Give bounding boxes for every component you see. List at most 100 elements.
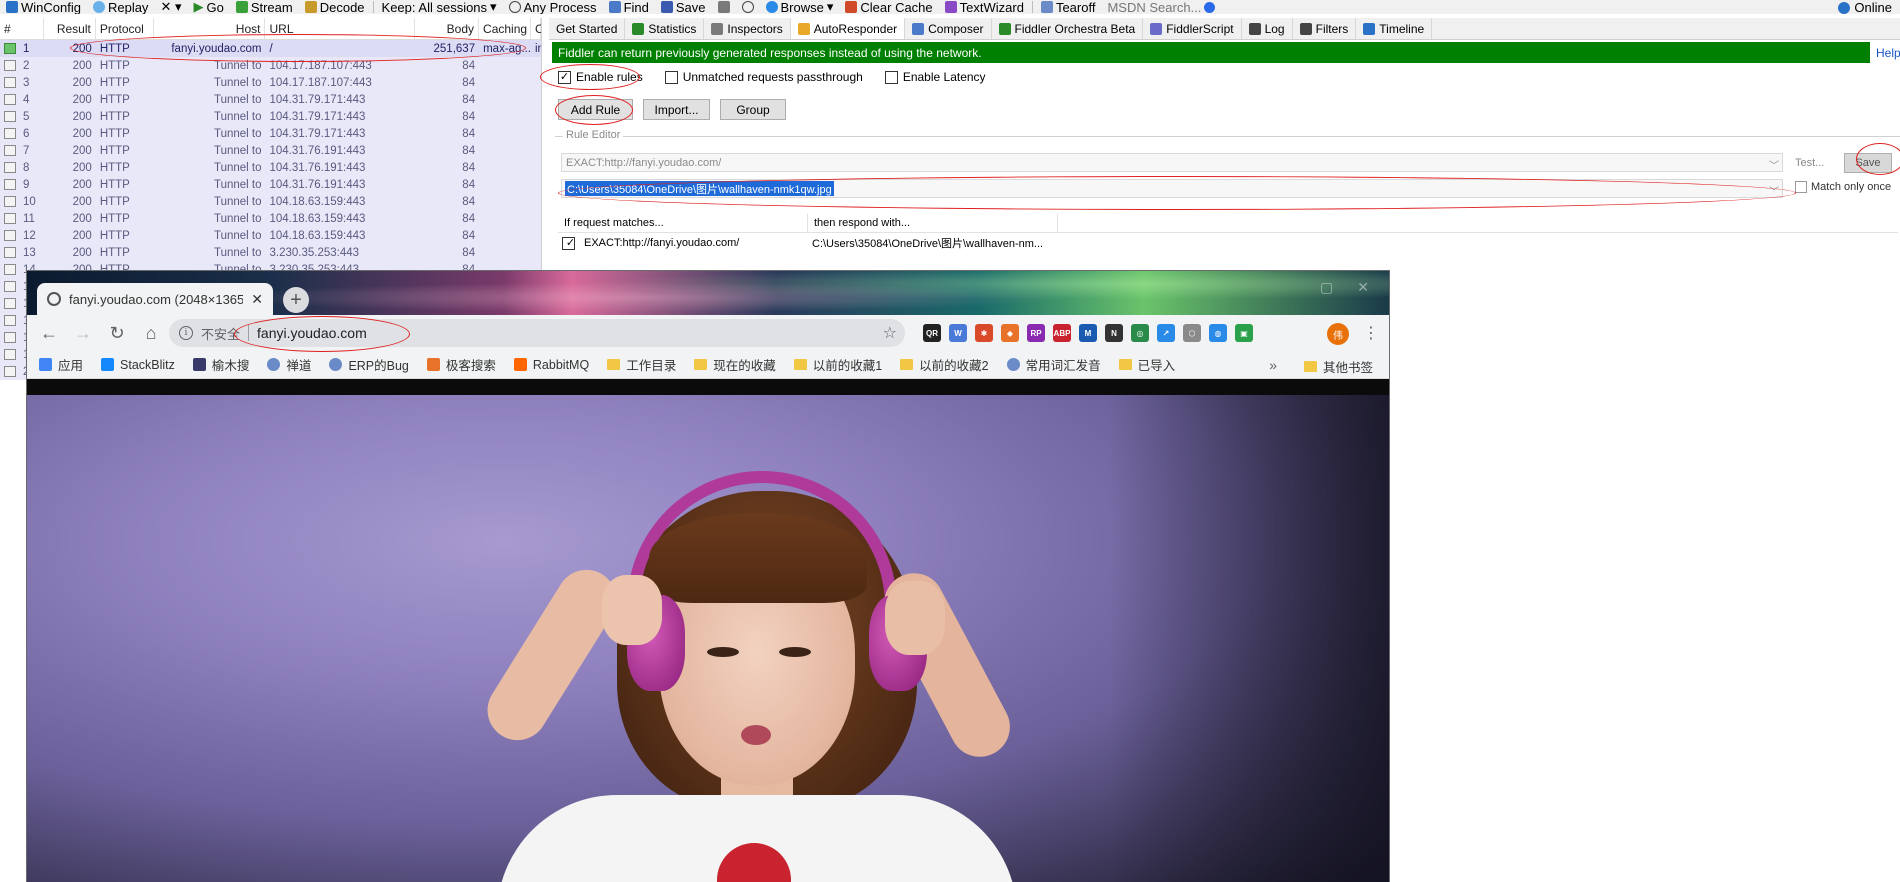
extension-icon[interactable]: ◆: [1001, 324, 1019, 342]
table-row[interactable]: 11 200 HTTP Tunnel to 104.18.63.159:443 84: [0, 210, 541, 227]
unmatched-passthrough-checkbox[interactable]: Unmatched requests passthrough: [664, 70, 863, 84]
home-icon[interactable]: ⌂: [137, 319, 165, 347]
browse-button[interactable]: Browse ▾: [760, 0, 840, 14]
column-header[interactable]: If request matches...: [558, 214, 808, 232]
go-button[interactable]: ▶ Go: [187, 0, 229, 14]
forward-arrow-icon[interactable]: →: [69, 319, 97, 347]
bookmark-item[interactable]: 应用: [39, 355, 83, 374]
any-process-button[interactable]: Any Process: [503, 0, 603, 14]
extension-icon[interactable]: M: [1079, 324, 1097, 342]
tab-inspectors[interactable]: Inspectors: [704, 18, 791, 39]
tab-filters[interactable]: Filters: [1293, 18, 1357, 39]
table-row[interactable]: 5 200 HTTP Tunnel to 104.31.79.171:443 84: [0, 108, 541, 125]
table-row[interactable]: 7 200 HTTP Tunnel to 104.31.76.191:443 84: [0, 142, 541, 159]
extension-icon[interactable]: W: [949, 324, 967, 342]
import-button[interactable]: Import...: [643, 99, 710, 120]
textwizard-button[interactable]: TextWizard: [939, 0, 1030, 14]
response-input[interactable]: C:\Users\35084\OneDrive\图片\wallhaven-nmk…: [561, 179, 1783, 198]
tab-fiddler-orchestra-beta[interactable]: Fiddler Orchestra Beta: [992, 18, 1144, 39]
match-only-once-checkbox[interactable]: Match only once: [1795, 181, 1891, 193]
column-header[interactable]: #: [0, 18, 44, 39]
avatar[interactable]: 伟: [1327, 323, 1349, 345]
group-button[interactable]: Group: [720, 99, 786, 120]
other-bookmarks[interactable]: 其他书签: [1303, 357, 1373, 376]
extension-icon[interactable]: ▣: [1235, 324, 1253, 342]
column-header[interactable]: URL: [265, 18, 416, 39]
bookmark-item[interactable]: 榆木搜: [192, 355, 249, 374]
bookmark-item[interactable]: StackBlitz: [101, 358, 175, 372]
camera-button[interactable]: [712, 1, 736, 13]
tab-autoresponder[interactable]: AutoResponder: [790, 18, 906, 39]
table-row[interactable]: 9 200 HTTP Tunnel to 104.31.76.191:443 84: [0, 176, 541, 193]
close-window-icon[interactable]: ✕: [1357, 279, 1369, 296]
add-rule-button[interactable]: Add Rule: [558, 99, 633, 120]
bookmark-item[interactable]: 以前的收藏1: [793, 355, 882, 374]
bookmark-item[interactable]: 常用词汇发音: [1006, 355, 1101, 374]
tab-timeline[interactable]: Timeline: [1356, 18, 1433, 39]
extension-icon[interactable]: ⬡: [1183, 324, 1201, 342]
stream-button[interactable]: Stream: [230, 0, 299, 14]
table-row[interactable]: 13 200 HTTP Tunnel to 3.230.35.253:443 84: [0, 244, 541, 261]
tab-log[interactable]: Log: [1242, 18, 1293, 39]
column-header[interactable]: Protocol: [96, 18, 154, 39]
find-button[interactable]: Find: [603, 0, 655, 14]
table-row[interactable]: 6 200 HTTP Tunnel to 104.31.79.171:443 84: [0, 125, 541, 142]
column-header[interactable]: C: [531, 18, 541, 39]
msdn-search-input[interactable]: MSDN Search...: [1101, 0, 1221, 14]
keep-sessions-dropdown[interactable]: Keep: All sessions ▾: [376, 0, 503, 14]
tab-get-started[interactable]: Get Started: [549, 18, 626, 39]
bookmark-item[interactable]: ERP的Bug: [329, 355, 409, 374]
star-icon[interactable]: ☆: [883, 323, 897, 343]
table-row[interactable]: 1 200 HTTP fanyi.youdao.com / 251,637 max-ag..…: [0, 40, 541, 57]
checkmark-icon[interactable]: ✓: [562, 236, 575, 250]
match-input[interactable]: EXACT:http://fanyi.youdao.com/﹀: [561, 153, 1783, 172]
tab-fiddlerscript[interactable]: FiddlerScript: [1143, 18, 1242, 39]
extension-icon[interactable]: ↗: [1157, 324, 1175, 342]
column-header[interactable]: Host: [154, 18, 266, 39]
chevron-down-icon[interactable]: ﹀: [1769, 183, 1779, 198]
extension-icon[interactable]: ◍: [1209, 324, 1227, 342]
bookmark-item[interactable]: 禅道: [267, 355, 311, 374]
remove-menu-button[interactable]: ✕ ▾: [154, 0, 187, 14]
bookmark-item[interactable]: 现在的收藏: [694, 355, 776, 374]
rule-save-button[interactable]: Save: [1844, 153, 1892, 173]
enable-rules-checkbox[interactable]: ✓ Enable rules: [558, 70, 643, 84]
address-bar[interactable]: i 不安全 fanyi.youdao.com ☆: [169, 319, 905, 347]
maximize-icon[interactable]: ▢: [1320, 279, 1333, 296]
tearoff-button[interactable]: Tearoff: [1035, 0, 1102, 14]
bookmark-item[interactable]: 以前的收藏2: [900, 355, 989, 374]
menu-kebab-icon[interactable]: ⋮: [1363, 323, 1379, 343]
extension-icon[interactable]: ABP: [1053, 324, 1071, 342]
column-header[interactable]: then respond with...: [808, 214, 1058, 232]
help-link[interactable]: Help: [1876, 46, 1900, 60]
save-button[interactable]: Save: [655, 0, 712, 14]
reload-icon[interactable]: ↻: [103, 319, 131, 347]
online-status[interactable]: Online: [1838, 0, 1900, 14]
table-row[interactable]: 12 200 HTTP Tunnel to 104.18.63.159:443 84: [0, 227, 541, 244]
rule-row[interactable]: ✓ EXACT:http://fanyi.youdao.com/ C:\Users…: [558, 233, 1898, 253]
decode-button[interactable]: Decode: [299, 0, 371, 14]
column-header[interactable]: Body: [415, 18, 480, 39]
bookmarks-overflow-icon[interactable]: »: [1269, 357, 1277, 373]
bookmark-item[interactable]: 极客搜索: [426, 355, 496, 374]
extension-icon[interactable]: N: [1105, 324, 1123, 342]
table-row[interactable]: 3 200 HTTP Tunnel to 104.17.187.107:443 84: [0, 74, 541, 91]
new-tab-button[interactable]: +: [283, 287, 309, 313]
browser-tab[interactable]: fanyi.youdao.com (2048×1365) ✕: [37, 283, 273, 315]
bookmark-item[interactable]: RabbitMQ: [513, 358, 589, 372]
test-link[interactable]: Test...: [1795, 157, 1824, 169]
timer-button[interactable]: [736, 1, 760, 13]
bookmark-item[interactable]: 工作目录: [607, 355, 676, 374]
extension-icon[interactable]: RP: [1027, 324, 1045, 342]
table-row[interactable]: 2 200 HTTP Tunnel to 104.17.187.107:443 84: [0, 57, 541, 74]
replay-button[interactable]: Replay: [87, 0, 154, 14]
info-icon[interactable]: i: [179, 326, 193, 340]
clear-cache-button[interactable]: Clear Cache: [839, 0, 938, 14]
tab-statistics[interactable]: Statistics: [625, 18, 705, 39]
enable-latency-checkbox[interactable]: Enable Latency: [884, 70, 986, 84]
table-row[interactable]: 8 200 HTTP Tunnel to 104.31.76.191:443 84: [0, 159, 541, 176]
extension-icon[interactable]: ◎: [1131, 324, 1149, 342]
column-header[interactable]: Result: [44, 18, 96, 39]
back-arrow-icon[interactable]: ←: [35, 319, 63, 347]
column-header[interactable]: Caching: [479, 18, 532, 39]
